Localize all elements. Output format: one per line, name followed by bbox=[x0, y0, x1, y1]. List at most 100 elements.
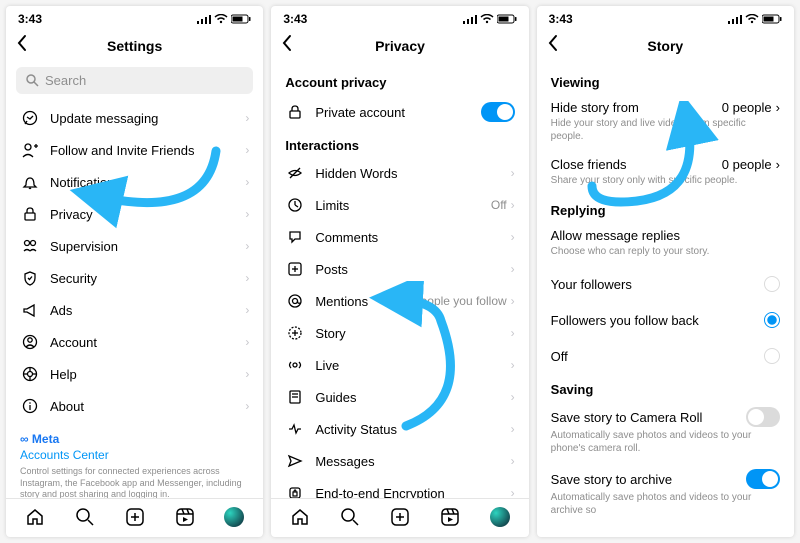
search-nav-icon[interactable] bbox=[340, 507, 360, 527]
settings-item-ads[interactable]: Ads› bbox=[6, 294, 263, 326]
reels-icon[interactable] bbox=[175, 507, 195, 527]
save-camera-toggle[interactable] bbox=[746, 407, 780, 427]
privacy-item-comments[interactable]: Comments› bbox=[271, 221, 528, 253]
privacy-item-activity[interactable]: Activity Status› bbox=[271, 413, 528, 445]
home-icon[interactable] bbox=[290, 507, 310, 527]
close-friends-row[interactable]: Close friends 0 people› bbox=[537, 151, 794, 174]
privacy-item-guides[interactable]: Guides› bbox=[271, 381, 528, 413]
chevron-right-icon: › bbox=[511, 422, 515, 436]
chevron-right-icon: › bbox=[511, 262, 515, 276]
profile-icon[interactable] bbox=[224, 507, 244, 527]
privacy-item-mentions[interactable]: MentionsPeople you follow› bbox=[271, 285, 528, 317]
section-account-privacy: Account privacy bbox=[271, 67, 528, 94]
hidden-words-icon bbox=[285, 165, 305, 181]
page-title: Story bbox=[537, 38, 794, 54]
create-icon[interactable] bbox=[125, 507, 145, 527]
meta-logo: ∞ Meta bbox=[20, 432, 249, 446]
meta-block: ∞ Meta Accounts Center Control settings … bbox=[6, 422, 263, 498]
search-input[interactable]: Search bbox=[16, 67, 253, 94]
bottom-nav bbox=[271, 498, 528, 537]
status-icons bbox=[463, 14, 517, 24]
private-account-row[interactable]: Private account bbox=[271, 94, 528, 130]
hide-story-from-row[interactable]: Hide story from 0 people› bbox=[537, 94, 794, 117]
save-camera-roll-row[interactable]: Save story to Camera Roll bbox=[537, 401, 794, 429]
settings-item-follow-invite[interactable]: Follow and Invite Friends› bbox=[6, 134, 263, 166]
activity-icon bbox=[285, 421, 305, 437]
lock-icon bbox=[285, 104, 305, 120]
settings-item-help[interactable]: Help› bbox=[6, 358, 263, 390]
wifi-icon bbox=[480, 14, 494, 24]
accounts-center-link[interactable]: Accounts Center bbox=[20, 448, 249, 462]
privacy-item-hidden-words[interactable]: Hidden Words› bbox=[271, 157, 528, 189]
save-archive-toggle[interactable] bbox=[746, 469, 780, 489]
status-bar: 3:43 bbox=[6, 6, 263, 28]
chevron-right-icon: › bbox=[245, 111, 249, 125]
chevron-right-icon: › bbox=[245, 399, 249, 413]
back-button[interactable] bbox=[547, 34, 559, 57]
section-interactions: Interactions bbox=[271, 130, 528, 157]
privacy-screen: 3:43 Privacy Account privacy Private acc… bbox=[271, 6, 528, 537]
back-button[interactable] bbox=[281, 34, 293, 57]
settings-item-about[interactable]: About› bbox=[6, 390, 263, 422]
settings-item-update-messaging[interactable]: Update messaging› bbox=[6, 102, 263, 134]
privacy-item-live[interactable]: Live› bbox=[271, 349, 528, 381]
privacy-item-messages[interactable]: Messages› bbox=[271, 445, 528, 477]
settings-item-notifications[interactable]: Notifications› bbox=[6, 166, 263, 198]
settings-item-security[interactable]: Security› bbox=[6, 262, 263, 294]
encryption-icon bbox=[285, 485, 305, 498]
chevron-right-icon: › bbox=[511, 486, 515, 498]
back-button[interactable] bbox=[16, 34, 28, 57]
section-saving: Saving bbox=[537, 374, 794, 401]
chevron-right-icon: › bbox=[511, 390, 515, 404]
chevron-right-icon: › bbox=[511, 358, 515, 372]
nav-bar: Privacy bbox=[271, 28, 528, 67]
settings-item-supervision[interactable]: Supervision› bbox=[6, 230, 263, 262]
chevron-right-icon: › bbox=[245, 367, 249, 381]
status-time: 3:43 bbox=[549, 12, 573, 26]
page-title: Settings bbox=[6, 38, 263, 54]
help-icon bbox=[20, 366, 40, 382]
radio-button[interactable] bbox=[764, 312, 780, 328]
guides-icon bbox=[285, 389, 305, 405]
private-account-toggle[interactable] bbox=[481, 102, 515, 122]
home-icon[interactable] bbox=[25, 507, 45, 527]
save-archive-row[interactable]: Save story to archive bbox=[537, 463, 794, 491]
privacy-item-story[interactable]: Story› bbox=[271, 317, 528, 349]
settings-list: Update messaging› Follow and Invite Frie… bbox=[6, 102, 263, 498]
info-icon bbox=[20, 398, 40, 414]
story-settings: Viewing Hide story from 0 people› Hide y… bbox=[537, 67, 794, 537]
reels-icon[interactable] bbox=[440, 507, 460, 527]
privacy-item-limits[interactable]: LimitsOff› bbox=[271, 189, 528, 221]
chevron-right-icon: › bbox=[511, 166, 515, 180]
lock-icon bbox=[20, 206, 40, 222]
section-viewing: Viewing bbox=[537, 67, 794, 94]
reply-option-your-followers[interactable]: Your followers bbox=[537, 266, 794, 302]
reply-option-off[interactable]: Off bbox=[537, 338, 794, 374]
wifi-icon bbox=[745, 14, 759, 24]
radio-button[interactable] bbox=[764, 276, 780, 292]
close-friends-label: Close friends bbox=[551, 157, 627, 172]
profile-icon[interactable] bbox=[490, 507, 510, 527]
privacy-item-encryption[interactable]: End-to-end Encryption› bbox=[271, 477, 528, 498]
settings-item-account[interactable]: Account› bbox=[6, 326, 263, 358]
shield-icon bbox=[20, 270, 40, 286]
reply-option-followers-back[interactable]: Followers you follow back bbox=[537, 302, 794, 338]
messages-icon bbox=[285, 453, 305, 469]
settings-item-privacy[interactable]: Privacy› bbox=[6, 198, 263, 230]
settings-screen: 3:43 Settings Search Update messaging› F… bbox=[6, 6, 263, 537]
limits-icon bbox=[285, 197, 305, 213]
chevron-right-icon: › bbox=[511, 454, 515, 468]
save-camera-subtext: Automatically save photos and videos to … bbox=[537, 429, 794, 463]
privacy-item-posts[interactable]: Posts› bbox=[271, 253, 528, 285]
chevron-right-icon: › bbox=[511, 326, 515, 340]
search-nav-icon[interactable] bbox=[75, 507, 95, 527]
signal-icon bbox=[728, 14, 742, 24]
mentions-icon bbox=[285, 293, 305, 309]
radio-button[interactable] bbox=[764, 348, 780, 364]
signal-icon bbox=[197, 14, 211, 24]
meta-description: Control settings for connected experienc… bbox=[20, 466, 249, 498]
nav-bar: Settings bbox=[6, 28, 263, 67]
allow-replies-subtext: Choose who can reply to your story. bbox=[537, 245, 794, 266]
wifi-icon bbox=[214, 14, 228, 24]
create-icon[interactable] bbox=[390, 507, 410, 527]
